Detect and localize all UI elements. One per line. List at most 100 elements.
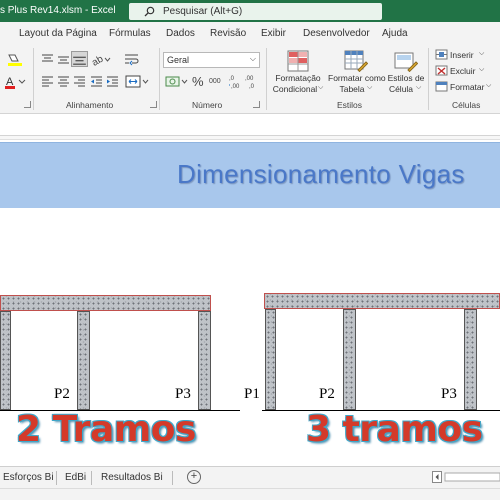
wrap-text-icon[interactable] xyxy=(124,53,140,66)
insert-cells-icon xyxy=(435,49,448,60)
align-middle-icon[interactable] xyxy=(57,54,70,65)
tab-help[interactable]: Ajuda xyxy=(382,28,408,39)
align-bottom-button[interactable] xyxy=(71,51,88,67)
align-right-icon[interactable] xyxy=(73,76,86,87)
title-bar: s Plus Rev14.xlsm - Excel Pesquisar (Alt… xyxy=(0,0,500,22)
chevron-down-icon: ⌵ xyxy=(367,84,373,91)
sheet-tabs-bar: Esforços Bi EdBi Resultados Bi + xyxy=(0,466,500,488)
format-as-table-label-1: Formatar como xyxy=(328,73,386,83)
styles-group-label: Estilos xyxy=(337,100,363,110)
svg-text:,00: ,00 xyxy=(231,84,240,90)
alignment-launcher-icon[interactable] xyxy=(150,101,157,108)
cell-styles-label-1: Estilos de xyxy=(387,73,425,83)
separator xyxy=(91,471,92,485)
sheet-canvas: P2 P3 2 Tramos P1 P2 P3 3 tramos xyxy=(0,208,500,466)
align-left-icon[interactable] xyxy=(41,76,54,87)
format-cells-icon xyxy=(435,81,448,92)
chevron-down-icon: ⌵ xyxy=(318,84,324,91)
format-as-table-label-2: Tabela xyxy=(339,84,365,94)
decrease-indent-icon[interactable] xyxy=(90,76,103,87)
conditional-formatting-label-2: Condicional xyxy=(272,84,318,94)
search-placeholder: Pesquisar (Alt+G) xyxy=(163,6,243,17)
document-title: s Plus Rev14.xlsm - Excel xyxy=(0,5,116,16)
chevron-down-icon: ⌵ xyxy=(479,50,485,57)
alignment-group-label: Alinhamento xyxy=(66,100,114,110)
separator xyxy=(428,48,429,110)
status-bar xyxy=(0,488,500,500)
separator xyxy=(33,48,34,110)
sheet-tab-esforcos[interactable]: Esforços Bi xyxy=(3,472,54,483)
sheet-banner: Dimensionamento Vigas xyxy=(0,142,500,208)
column-p2-left xyxy=(77,311,90,410)
search-icon xyxy=(144,6,155,17)
cells-group-label: Células xyxy=(452,100,481,110)
conditional-formatting-label-1: Formatação xyxy=(275,73,321,83)
tab-page-layout[interactable]: Layout da Página xyxy=(19,28,97,39)
decrease-decimal-icon[interactable]: ,00,0 xyxy=(245,74,259,90)
formula-bar-area[interactable] xyxy=(0,114,500,136)
align-top-icon[interactable] xyxy=(41,54,54,65)
font-color-icon[interactable]: A xyxy=(4,75,26,89)
chevron-down-icon: ⌵ xyxy=(479,66,485,73)
column-p3-right xyxy=(464,309,477,410)
orientation-icon[interactable]: ab xyxy=(91,53,111,66)
caption-3-spans: 3 tramos xyxy=(306,409,483,450)
number-group-label: Número xyxy=(192,100,223,110)
merge-center-icon[interactable] xyxy=(125,75,149,88)
ribbon-tabs: Layout da Página Fórmulas Dados Revisão … xyxy=(0,22,500,44)
increase-indent-icon[interactable] xyxy=(106,76,119,87)
support-label-p3-right: P3 xyxy=(441,386,457,402)
conditional-formatting-icon xyxy=(287,50,309,72)
number-launcher-icon[interactable] xyxy=(253,101,260,108)
format-as-table-icon xyxy=(344,50,368,72)
beam-2-spans xyxy=(0,295,211,311)
separator xyxy=(159,48,160,110)
increase-decimal-icon[interactable]: ,0,00 xyxy=(229,74,243,90)
tab-view[interactable]: Exibir xyxy=(261,28,286,39)
horizontal-scrollbar[interactable] xyxy=(432,471,500,483)
tab-review[interactable]: Revisão xyxy=(210,28,246,39)
fill-color-icon[interactable] xyxy=(6,53,26,67)
support-label-p2-left: P2 xyxy=(54,386,70,402)
percent-style-icon[interactable]: % xyxy=(192,74,204,89)
comma-style-icon[interactable]: 000 xyxy=(209,78,221,85)
delete-cells-icon xyxy=(435,65,448,76)
tab-formulas[interactable]: Fórmulas xyxy=(109,28,151,39)
beam-3-spans xyxy=(264,293,500,309)
cell-styles-label-2: Célula xyxy=(388,84,414,94)
font-launcher-icon[interactable] xyxy=(24,101,31,108)
separator xyxy=(56,471,57,485)
column-p3-left xyxy=(198,311,211,410)
column-header-strip xyxy=(0,136,500,140)
add-sheet-icon[interactable]: + xyxy=(187,470,201,484)
separator xyxy=(172,471,173,485)
svg-text:,0: ,0 xyxy=(229,76,235,82)
align-center-icon[interactable] xyxy=(57,76,70,87)
svg-text:,0: ,0 xyxy=(249,84,255,90)
chevron-down-icon: ⌵ xyxy=(249,54,256,63)
column-p1-left xyxy=(0,311,11,410)
chevron-down-icon: ⌵ xyxy=(416,84,422,91)
caption-2-spans: 2 Tramos xyxy=(16,409,196,450)
cell-styles-icon xyxy=(394,52,418,72)
svg-text:,00: ,00 xyxy=(245,76,254,82)
sheet-tab-resultados[interactable]: Resultados Bi xyxy=(101,472,163,483)
page-title: Dimensionamento Vigas xyxy=(177,159,465,189)
number-format-value: Geral xyxy=(167,55,190,65)
tab-developer[interactable]: Desenvolvedor xyxy=(303,28,370,39)
ribbon-body: A ab Alinhamento Geral ⌵ % 000 ,0,00 ,00… xyxy=(0,44,500,114)
delete-label: Excluir xyxy=(450,66,476,76)
support-label-p1-right: P1 xyxy=(244,386,260,402)
support-label-p3-left: P3 xyxy=(175,386,191,402)
insert-label: Inserir xyxy=(450,50,474,60)
chevron-down-icon: ⌵ xyxy=(486,82,492,89)
tab-data[interactable]: Dados xyxy=(166,28,195,39)
column-p1-right xyxy=(265,309,276,410)
accounting-format-icon[interactable] xyxy=(165,75,189,89)
separator xyxy=(266,48,267,110)
sheet-tab-edbi[interactable]: EdBi xyxy=(65,472,86,483)
format-label: Formatar xyxy=(450,82,485,92)
number-format-select[interactable]: Geral ⌵ xyxy=(163,52,260,68)
search-box[interactable]: Pesquisar (Alt+G) xyxy=(129,3,382,20)
align-bottom-icon xyxy=(73,56,86,65)
